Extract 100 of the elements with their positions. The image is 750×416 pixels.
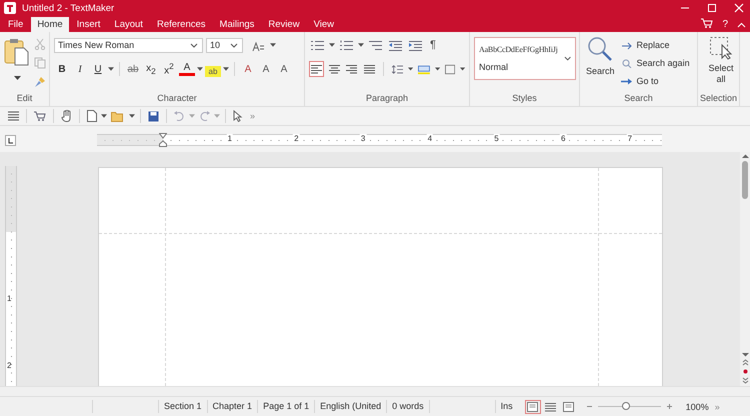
style-name: Normal bbox=[479, 62, 510, 72]
menu-icon[interactable] bbox=[8, 111, 19, 121]
grow-button[interactable]: A bbox=[258, 61, 274, 77]
style-sample: AaBbCcDdEeFfGgHhIiJj bbox=[479, 45, 558, 54]
ribbon-tab[interactable]: Review bbox=[262, 17, 306, 32]
search-action[interactable]: Go to bbox=[620, 74, 690, 88]
tab-stop-icon[interactable] bbox=[5, 134, 16, 146]
shrink-button[interactable]: A bbox=[276, 61, 292, 77]
save-icon[interactable] bbox=[148, 110, 159, 122]
ribbon-tab[interactable]: Home bbox=[31, 17, 69, 32]
cart-icon[interactable] bbox=[701, 18, 714, 28]
strike-button[interactable]: ab bbox=[125, 61, 141, 77]
ruler-number: 1 bbox=[226, 134, 233, 144]
ruler-number: 2 bbox=[7, 361, 12, 370]
paragraph-marks-button[interactable]: ¶ bbox=[427, 39, 439, 51]
shading-icon[interactable] bbox=[418, 64, 430, 74]
caret-icon[interactable] bbox=[358, 43, 364, 47]
help-button[interactable]: ? bbox=[719, 19, 731, 32]
selection-pointer-icon bbox=[709, 36, 733, 60]
group-label: Selection bbox=[698, 92, 738, 105]
group-label: Search bbox=[623, 92, 654, 105]
new-document-icon[interactable] bbox=[87, 110, 97, 122]
clear-button[interactable]: A bbox=[240, 61, 256, 77]
next-page-icon[interactable] bbox=[742, 377, 748, 384]
ribbon-tab[interactable]: File bbox=[2, 17, 30, 32]
indent-marker[interactable] bbox=[159, 133, 167, 147]
caret-icon[interactable] bbox=[14, 76, 20, 80]
outline-list-icon[interactable] bbox=[369, 40, 382, 50]
collapse-icon[interactable] bbox=[737, 22, 746, 28]
view-mode-button[interactable] bbox=[524, 400, 541, 414]
zoom-slider[interactable] bbox=[586, 404, 672, 409]
caret-icon[interactable] bbox=[434, 67, 440, 71]
chevron-down-icon[interactable] bbox=[230, 42, 238, 48]
ruler-margin bbox=[97, 135, 163, 145]
page-icon bbox=[527, 402, 538, 412]
caret-icon[interactable] bbox=[129, 114, 135, 118]
line-spacing-icon[interactable] bbox=[392, 64, 403, 74]
close-icon[interactable] bbox=[734, 3, 744, 13]
ribbon-tab[interactable]: View bbox=[308, 17, 340, 32]
align-icon bbox=[346, 64, 358, 74]
italic-button[interactable]: I bbox=[72, 61, 88, 77]
group-label: Character bbox=[156, 92, 198, 105]
browse-object-icon[interactable] bbox=[742, 368, 748, 375]
align-icon bbox=[328, 64, 340, 74]
caret-icon[interactable] bbox=[197, 67, 203, 71]
caret-icon[interactable] bbox=[108, 67, 114, 71]
replace-icon bbox=[620, 40, 633, 50]
decrease-indent-icon[interactable] bbox=[389, 40, 402, 50]
view-mode-button[interactable] bbox=[560, 400, 577, 414]
pointer-icon[interactable] bbox=[233, 110, 243, 122]
status-item: Chapter 1 bbox=[206, 400, 258, 413]
style-gallery[interactable]: AaBbCcDdEeFfGgHhIiJj Normal bbox=[474, 37, 576, 80]
chevron-down-icon[interactable] bbox=[190, 42, 198, 48]
scroll-thumb[interactable] bbox=[742, 161, 748, 199]
ruler-number: 1 bbox=[7, 294, 12, 303]
increase-indent-icon[interactable] bbox=[409, 40, 422, 50]
border-icon[interactable] bbox=[444, 64, 455, 74]
vertical-scrollbar[interactable] bbox=[740, 152, 750, 386]
lines-icon bbox=[545, 402, 556, 412]
window-title: Untitled 2 - TextMaker bbox=[22, 2, 114, 14]
maximize-icon[interactable] bbox=[707, 3, 717, 13]
font-size-field[interactable]: 10 bbox=[206, 38, 243, 52]
color-button[interactable]: A bbox=[179, 62, 195, 76]
bold-button[interactable]: B bbox=[54, 61, 70, 77]
numbered-list-icon[interactable] bbox=[340, 40, 353, 50]
previous-page-icon[interactable] bbox=[742, 359, 748, 366]
ribbon-tab[interactable]: Layout bbox=[108, 17, 149, 32]
search-action[interactable]: Search again bbox=[620, 56, 690, 70]
highlight-button[interactable]: ab bbox=[205, 66, 221, 76]
align-icon bbox=[364, 64, 376, 74]
caret-icon[interactable] bbox=[408, 67, 413, 71]
align-button[interactable] bbox=[309, 61, 324, 77]
bullet-list-icon[interactable] bbox=[311, 40, 324, 50]
search-again-icon bbox=[620, 58, 633, 68]
paste-icon[interactable] bbox=[4, 38, 30, 66]
ribbon-tab[interactable]: Mailings bbox=[214, 17, 260, 32]
subscript-button[interactable]: x$_{2}$ bbox=[143, 61, 159, 77]
scroll-down-icon[interactable] bbox=[742, 352, 748, 357]
ribbon-tab[interactable]: Insert bbox=[70, 17, 106, 32]
caret-icon[interactable] bbox=[101, 114, 107, 118]
search-action[interactable]: Replace bbox=[620, 38, 690, 52]
hand-icon[interactable] bbox=[61, 110, 72, 122]
caret-icon[interactable] bbox=[223, 67, 229, 71]
caret-icon[interactable] bbox=[329, 43, 335, 47]
insert-mode[interactable]: Ins bbox=[494, 400, 525, 413]
caret-icon[interactable] bbox=[270, 43, 276, 47]
status-item: English (United bbox=[314, 400, 386, 413]
select-all-button[interactable]: Select all bbox=[702, 36, 740, 92]
search-button[interactable]: Search bbox=[584, 36, 617, 92]
cart-icon[interactable] bbox=[34, 111, 46, 121]
font-name-field[interactable]: Times New Roman bbox=[54, 38, 203, 52]
scroll-up-icon[interactable] bbox=[742, 154, 748, 159]
group-label: Edit bbox=[16, 92, 34, 105]
caret-icon[interactable] bbox=[460, 67, 465, 71]
chevron-down-icon[interactable] bbox=[564, 56, 571, 61]
brush-icon[interactable] bbox=[34, 76, 46, 88]
ribbon-tab[interactable]: References bbox=[150, 17, 212, 32]
group-label: Paragraph bbox=[364, 92, 410, 105]
underline-button[interactable]: U bbox=[90, 61, 106, 77]
superscript-button[interactable]: x$^{2}$ bbox=[161, 61, 177, 77]
